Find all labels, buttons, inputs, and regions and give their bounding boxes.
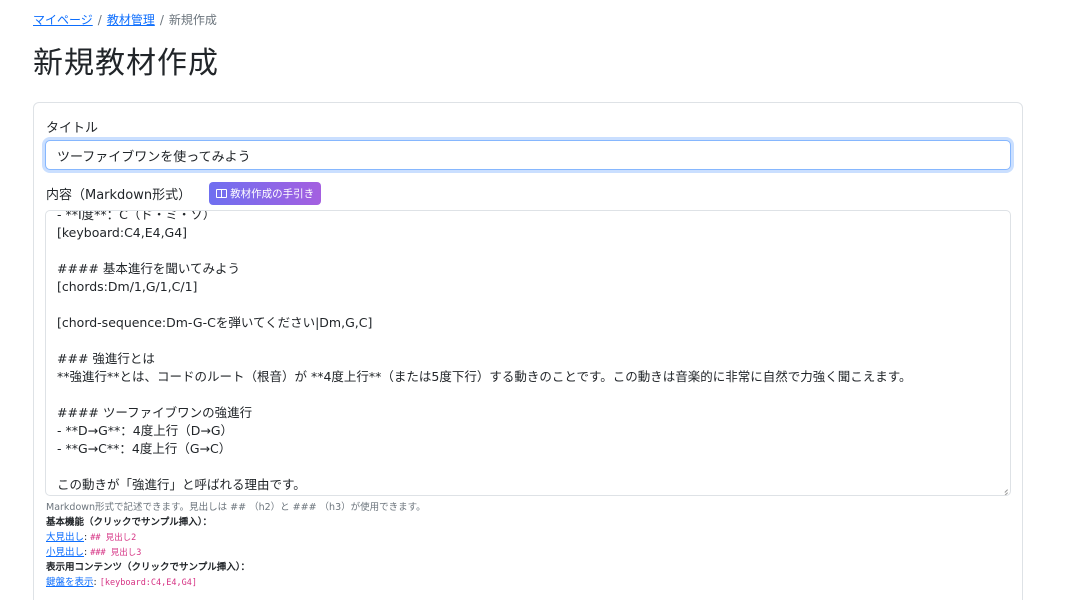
breadcrumb-link-materials[interactable]: 教材管理: [107, 13, 155, 27]
content-line: [57, 296, 999, 314]
breadcrumb-separator: /: [97, 13, 102, 27]
guide-button-label: 教材作成の手引き: [230, 187, 315, 200]
title-label: タイトル: [46, 121, 99, 136]
breadcrumb-link-mypage[interactable]: マイページ: [33, 13, 93, 27]
content-line: [keyboard:C4,E4,G4]: [57, 225, 188, 240]
content-label-row: 内容（Markdown形式） 教材作成の手引き: [46, 181, 322, 205]
content-line: [57, 332, 999, 350]
content-line: **強進行**とは、コードのルート（根音）が **4度上行**（または5度下行）…: [57, 369, 912, 384]
help-item: 小見出し: ### 見出し3: [46, 545, 426, 560]
content-line: この動きが「強進行」と呼ばれる理由です。: [57, 477, 306, 492]
content-line: [57, 386, 999, 404]
help-display-heading: 表示用コンテンツ（クリックでサンプル挿入）：: [46, 562, 250, 573]
guide-button[interactable]: 教材作成の手引き: [209, 181, 322, 205]
help-item-code: ## 見出し2: [90, 533, 137, 543]
content-line: [57, 458, 999, 476]
content-text: - **Ⅰ度**：C（ド・ミ・ソ） [keyboard:C4,E4,G4] ##…: [57, 210, 999, 494]
content-line: [57, 242, 999, 260]
help-item: 大見出し: ## 見出し2: [46, 530, 426, 545]
help-item-code: [keyboard:C4,E4,G4]: [99, 578, 197, 588]
content-line: #### ツーファイブワンの強進行: [57, 405, 253, 420]
breadcrumb-separator: /: [159, 13, 164, 27]
content-line: #### 基本進行を聞いてみよう: [57, 261, 240, 276]
content-line: - **D→G**：4度上行（D→G）: [57, 423, 234, 438]
content-line: ### 強進行とは: [57, 351, 155, 366]
breadcrumb: マイページ / 教材管理 / 新規作成: [33, 11, 217, 28]
content-line: - **G→C**：4度上行（G→C）: [57, 441, 232, 456]
content-line: [chord-sequence:Dm-G-Cを弾いてください|Dm,G,C]: [57, 315, 373, 330]
help-basic-heading: 基本機能（クリックでサンプル挿入）：: [46, 517, 212, 528]
material-form-card: タイトル 内容（Markdown形式） 教材作成の手引き - **Ⅰ度**：C（…: [33, 102, 1023, 600]
content-label: 内容（Markdown形式）: [46, 187, 192, 203]
page-title: 新規教材作成: [33, 46, 219, 81]
insert-h2-link[interactable]: 大見出し: [46, 532, 84, 543]
resize-handle-icon[interactable]: [1000, 485, 1008, 493]
content-line: - **Ⅰ度**：C（ド・ミ・ソ）: [57, 210, 216, 222]
markdown-help: Markdown形式で記述できます。見出しは ## （h2）と ### （h3）…: [46, 500, 426, 590]
insert-h3-link[interactable]: 小見出し: [46, 547, 84, 558]
breadcrumb-current: 新規作成: [168, 13, 217, 27]
help-item: 鍵盤を表示: [keyboard:C4,E4,G4]: [46, 575, 426, 590]
insert-keyboard-link[interactable]: 鍵盤を表示: [46, 577, 94, 588]
help-intro: Markdown形式で記述できます。見出しは ## （h2）と ### （h3）…: [46, 502, 426, 513]
title-input[interactable]: [45, 140, 1011, 170]
content-line: [chords:Dm/1,G/1,C/1]: [57, 279, 198, 294]
book-icon: [216, 188, 228, 198]
content-textarea[interactable]: - **Ⅰ度**：C（ド・ミ・ソ） [keyboard:C4,E4,G4] ##…: [45, 210, 1011, 496]
help-item-code: ### 見出し3: [90, 548, 142, 558]
